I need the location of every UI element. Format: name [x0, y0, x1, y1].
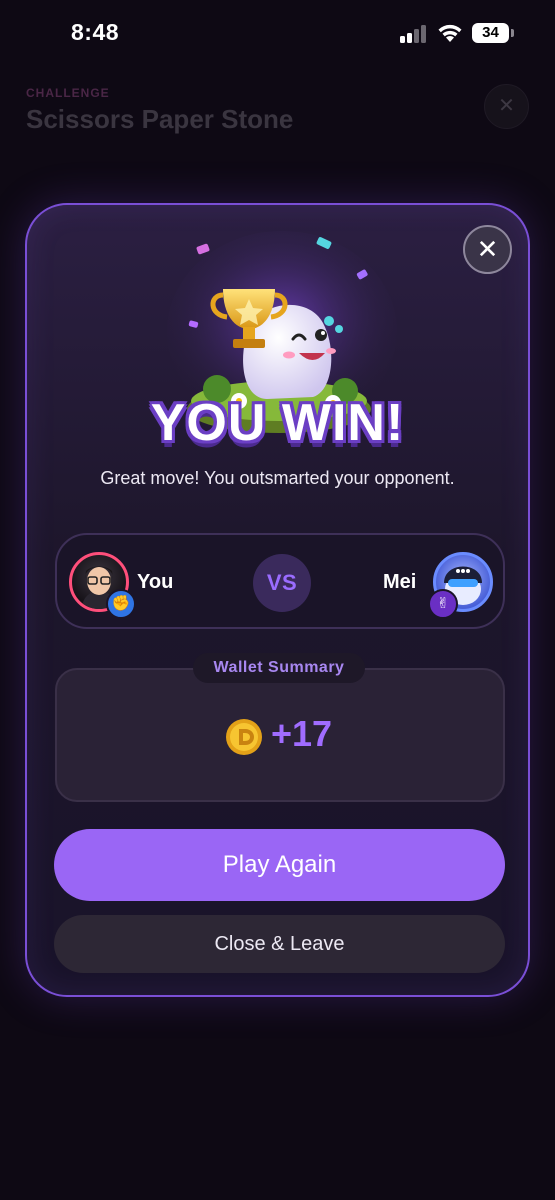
background-kicker: CHALLENGE	[26, 86, 110, 100]
background-title: Scissors Paper Stone	[26, 104, 294, 134]
screen: 8:48 34 CHALLENGE Scissors Paper Stone ✕…	[0, 0, 555, 1200]
scissors-hand-icon: ✌	[428, 589, 458, 619]
result-subtitle: Great move! You outsmarted your opponent…	[100, 468, 455, 488]
vs-badge: VS	[253, 554, 311, 612]
wallet-amount: +17	[271, 713, 333, 754]
cellular-signal-icon	[400, 25, 428, 43]
play-again-button[interactable]: Play Again	[54, 829, 505, 901]
coin-icon	[226, 719, 262, 755]
background-header: CHALLENGE Scissors Paper Stone	[26, 86, 293, 135]
close-and-leave-button[interactable]: Close & Leave	[54, 915, 505, 973]
result-modal: ✕ YOU WIN! Great move! You outsmarted yo…	[25, 203, 530, 997]
status-time: 8:48	[71, 19, 120, 45]
wifi-icon	[438, 24, 462, 42]
match-summary: ✊ You VS Mei ✌	[55, 533, 505, 629]
hand-icon: ✊	[106, 589, 136, 619]
background-close-button[interactable]: ✕	[484, 84, 529, 129]
modal-close-button[interactable]: ✕	[463, 225, 512, 274]
battery-icon: 34	[472, 23, 509, 43]
result-title: YOU WIN!	[150, 394, 405, 452]
battery-tip	[511, 29, 514, 37]
wallet-summary-label: Wallet Summary	[193, 653, 365, 683]
opponent-name: Mei	[383, 571, 417, 593]
player-name: You	[137, 571, 174, 593]
status-bar: 8:48 34	[0, 0, 555, 62]
